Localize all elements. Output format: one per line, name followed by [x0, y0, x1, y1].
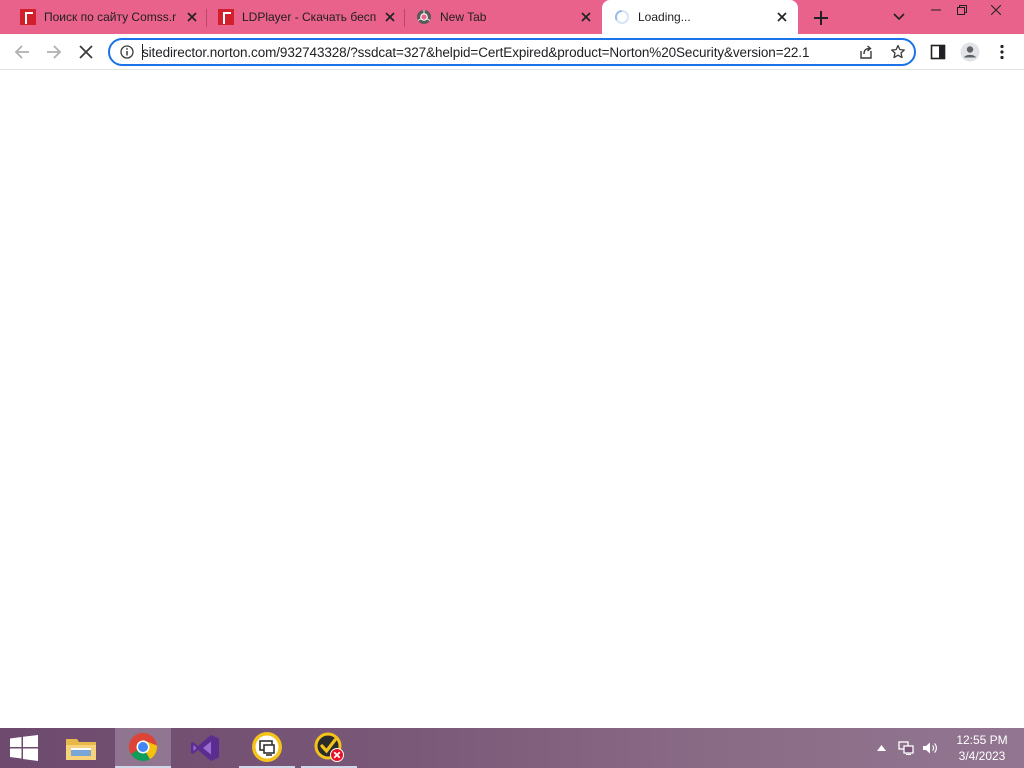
tab-search-button[interactable] — [890, 8, 908, 26]
close-window-button[interactable] — [981, 0, 1011, 20]
taskbar-remote-app[interactable] — [239, 728, 295, 768]
close-icon — [79, 45, 93, 59]
file-explorer-icon — [66, 739, 96, 760]
system-clock[interactable]: 12:55 PM 3/4/2023 — [944, 732, 1020, 764]
chrome-icon — [417, 10, 431, 24]
star-icon[interactable] — [890, 44, 906, 60]
network-icon — [898, 741, 914, 755]
start-button[interactable] — [0, 728, 48, 768]
side-panel-icon — [930, 44, 946, 60]
share-icon[interactable] — [858, 44, 874, 60]
volume-icon — [923, 742, 937, 754]
chevron-up-icon — [876, 745, 886, 751]
tab-title: LDPlayer - Скачать бесп — [242, 10, 377, 24]
tab-title: New Tab — [440, 10, 487, 24]
text-caret — [142, 44, 143, 60]
tab-new-tab[interactable]: New Tab — [404, 0, 600, 34]
remote-desktop-icon — [252, 732, 282, 762]
info-icon[interactable] — [120, 45, 134, 59]
taskbar-visual-studio[interactable] — [177, 728, 233, 768]
chrome-icon — [129, 733, 157, 761]
new-tab-button[interactable] — [810, 7, 832, 29]
stop-loading-button[interactable] — [74, 40, 98, 64]
windows-logo-icon — [10, 735, 38, 761]
close-tab-icon[interactable] — [774, 9, 790, 25]
restore-button[interactable] — [947, 0, 977, 20]
tab-loading[interactable]: Loading... — [602, 0, 798, 34]
forward-button[interactable] — [42, 40, 66, 64]
chevron-down-icon — [893, 13, 905, 21]
tab-title: Loading... — [638, 10, 691, 24]
side-panel-button[interactable] — [926, 40, 950, 64]
comss-icon — [20, 9, 36, 25]
plus-icon — [814, 11, 828, 25]
network-tray-button[interactable] — [896, 728, 916, 768]
clock-time: 12:55 PM — [956, 733, 1008, 747]
volume-tray-button[interactable] — [920, 728, 940, 768]
close-tab-icon[interactable] — [382, 9, 398, 25]
page-content-blank — [0, 71, 1024, 728]
tab-title: Поиск по сайту Comss.r — [44, 10, 177, 24]
norton-error-icon — [314, 732, 344, 762]
loading-spinner-icon — [615, 10, 629, 24]
back-button[interactable] — [10, 40, 34, 64]
url-text[interactable]: sitedirector.norton.com/932743328/?ssdca… — [142, 45, 848, 60]
tab-ldplayer[interactable]: LDPlayer - Скачать бесп — [206, 0, 402, 34]
taskbar: 12:55 PM 3/4/2023 — [0, 728, 1024, 768]
minimize-icon — [931, 9, 941, 11]
arrow-right-icon — [47, 45, 62, 59]
tab-strip: Поиск по сайту Comss.r LDPlayer - Скачат… — [0, 0, 1024, 34]
taskbar-file-explorer[interactable] — [53, 728, 109, 768]
tab-comss-search[interactable]: Поиск по сайту Comss.r — [8, 0, 204, 34]
chrome-menu-button[interactable] — [990, 40, 1014, 64]
close-tab-icon[interactable] — [578, 9, 594, 25]
show-hidden-icons-button[interactable] — [872, 728, 890, 768]
close-icon — [991, 5, 1001, 15]
arrow-left-icon — [14, 45, 29, 59]
profile-button[interactable] — [958, 40, 982, 64]
address-bar[interactable]: sitedirector.norton.com/932743328/?ssdca… — [108, 38, 916, 66]
clock-date: 3/4/2023 — [958, 749, 1006, 763]
kebab-menu-icon — [1000, 44, 1004, 60]
restore-icon — [957, 5, 967, 15]
browser-toolbar: sitedirector.norton.com/932743328/?ssdca… — [0, 34, 1024, 70]
visual-studio-icon — [191, 735, 219, 761]
close-tab-icon[interactable] — [184, 9, 200, 25]
comss-icon — [218, 9, 234, 25]
taskbar-chrome[interactable] — [115, 728, 171, 768]
avatar-icon — [960, 42, 980, 62]
taskbar-norton[interactable] — [301, 728, 357, 768]
